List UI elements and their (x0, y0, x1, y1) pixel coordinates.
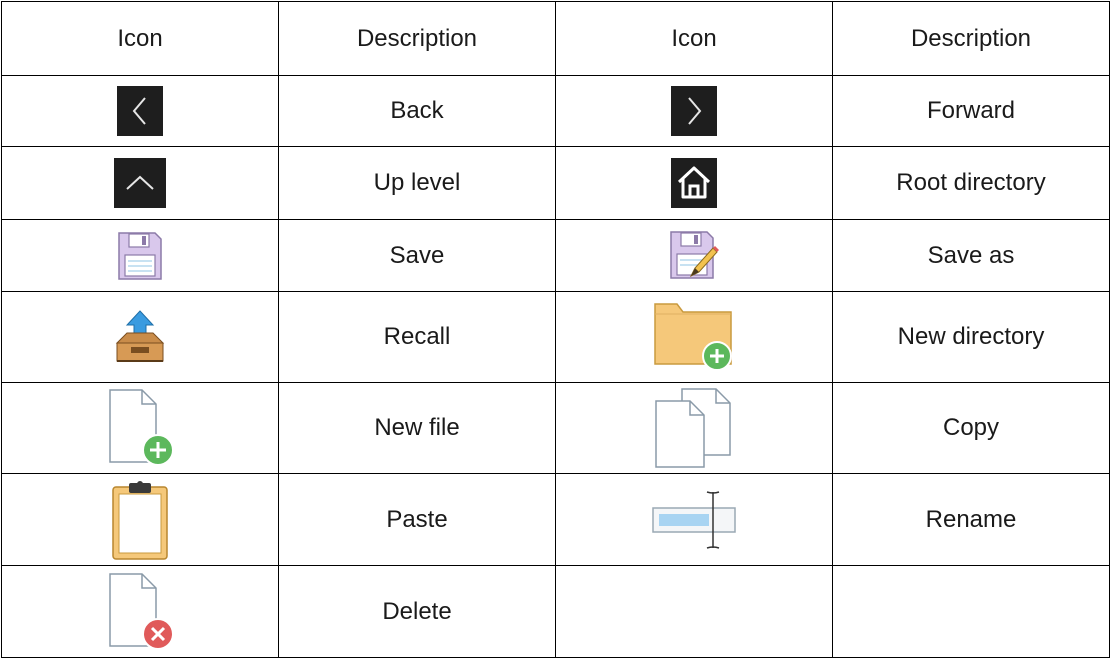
save-as-icon (669, 230, 719, 282)
icon-reference-table: Icon Description Icon Description Back F… (1, 1, 1110, 658)
description-cell: Copy (832, 382, 1110, 474)
header-description-2: Description (832, 1, 1110, 76)
description-cell: Paste (278, 473, 556, 566)
description-cell: Up level (278, 146, 556, 220)
icon-cell (1, 291, 279, 383)
description-cell: New directory (832, 291, 1110, 383)
copy-icon (652, 387, 736, 469)
empty-description-cell (832, 565, 1110, 658)
icon-cell (1, 473, 279, 566)
table-row: Save Save as (1, 219, 1110, 292)
header-description-1: Description (278, 1, 556, 76)
description-cell: Save (278, 219, 556, 292)
icon-cell (1, 382, 279, 474)
empty-icon-cell (555, 565, 833, 658)
description-cell: Rename (832, 473, 1110, 566)
description-cell: New file (278, 382, 556, 474)
header-icon-2: Icon (555, 1, 833, 76)
rename-icon (651, 488, 737, 552)
description-cell: Back (278, 75, 556, 147)
up-level-icon (114, 158, 166, 208)
description-cell: Forward (832, 75, 1110, 147)
description-cell: Save as (832, 219, 1110, 292)
icon-cell (555, 382, 833, 474)
description-cell: Root directory (832, 146, 1110, 220)
icon-cell (1, 146, 279, 220)
header-icon-1: Icon (1, 1, 279, 76)
table-row: Delete (1, 565, 1110, 658)
delete-icon (102, 572, 178, 652)
description-cell: Recall (278, 291, 556, 383)
icon-cell (555, 219, 833, 292)
icon-cell (555, 75, 833, 147)
back-icon (117, 86, 163, 136)
icon-cell (555, 291, 833, 383)
icon-cell (1, 219, 279, 292)
paste-icon (110, 479, 170, 561)
description-cell: Delete (278, 565, 556, 658)
new-file-icon (102, 388, 178, 468)
table-header-row: Icon Description Icon Description (1, 1, 1110, 76)
icon-cell (1, 565, 279, 658)
recall-icon (113, 309, 167, 365)
table-row: Recall New directory (1, 291, 1110, 383)
table-row: Back Forward (1, 75, 1110, 147)
icon-cell (555, 146, 833, 220)
table-row: Paste Rename (1, 473, 1110, 566)
new-directory-icon (651, 300, 737, 374)
save-icon (117, 231, 163, 281)
icon-cell (1, 75, 279, 147)
forward-icon (671, 86, 717, 136)
table-row: Up level Root directory (1, 146, 1110, 220)
table-row: New file Copy (1, 382, 1110, 474)
root-directory-icon (671, 158, 717, 208)
icon-cell (555, 473, 833, 566)
